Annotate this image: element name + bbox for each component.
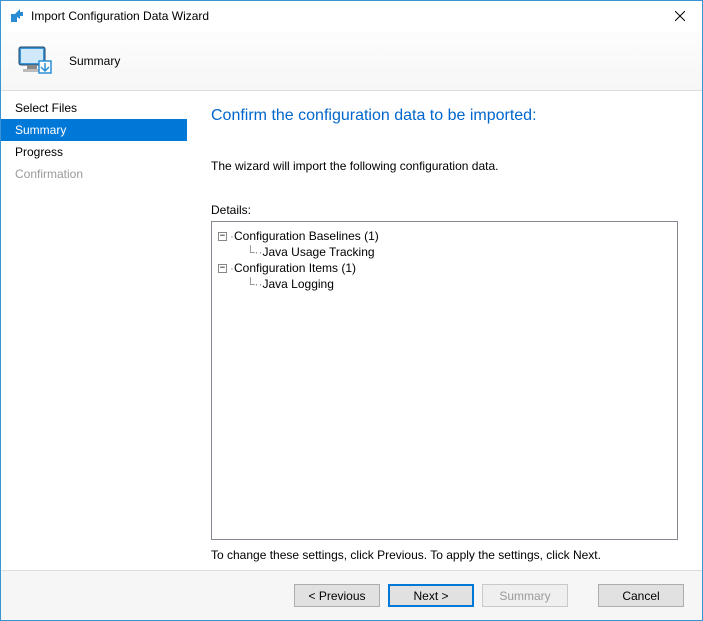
tree-label: Java Usage Tracking [263,245,375,259]
close-icon [675,11,685,21]
header-title: Summary [69,54,120,68]
wizard-body: Select Files Summary Progress Confirmati… [1,91,702,570]
window-title: Import Configuration Data Wizard [31,9,657,23]
step-confirmation: Confirmation [1,163,187,185]
collapse-icon[interactable]: − [218,232,227,241]
hint-text: To change these settings, click Previous… [211,548,678,562]
tree-label: Java Logging [263,277,334,291]
wizard-header: Summary [1,31,702,91]
tree-label: Configuration Items (1) [234,261,356,275]
tree-leaf-baselines[interactable]: └··Java Usage Tracking [218,244,671,260]
details-tree[interactable]: −·Configuration Baselines (1) └··Java Us… [211,221,678,540]
app-icon [9,8,25,24]
page-heading: Confirm the configuration data to be imp… [211,107,678,125]
next-button[interactable]: Next > [388,584,474,607]
step-progress[interactable]: Progress [1,141,187,163]
close-button[interactable] [657,1,702,31]
tree-leaf-items[interactable]: └··Java Logging [218,276,671,292]
tree-node-items[interactable]: −·Configuration Items (1) [218,260,671,276]
details-label: Details: [211,203,678,217]
collapse-icon[interactable]: − [218,264,227,273]
wizard-steps: Select Files Summary Progress Confirmati… [1,91,187,570]
step-summary[interactable]: Summary [1,119,187,141]
wizard-window: Import Configuration Data Wizard Summary… [0,0,703,621]
intro-text: The wizard will import the following con… [211,159,678,173]
summary-button: Summary [482,584,568,607]
titlebar: Import Configuration Data Wizard [1,1,702,31]
tree-node-baselines[interactable]: −·Configuration Baselines (1) [218,228,671,244]
wizard-footer: < Previous Next > Summary Cancel [1,570,702,620]
step-select-files[interactable]: Select Files [1,97,187,119]
monitor-icon [15,41,55,81]
previous-button[interactable]: < Previous [294,584,380,607]
tree-label: Configuration Baselines (1) [234,229,379,243]
wizard-content: Confirm the configuration data to be imp… [187,91,702,570]
cancel-button[interactable]: Cancel [598,584,684,607]
